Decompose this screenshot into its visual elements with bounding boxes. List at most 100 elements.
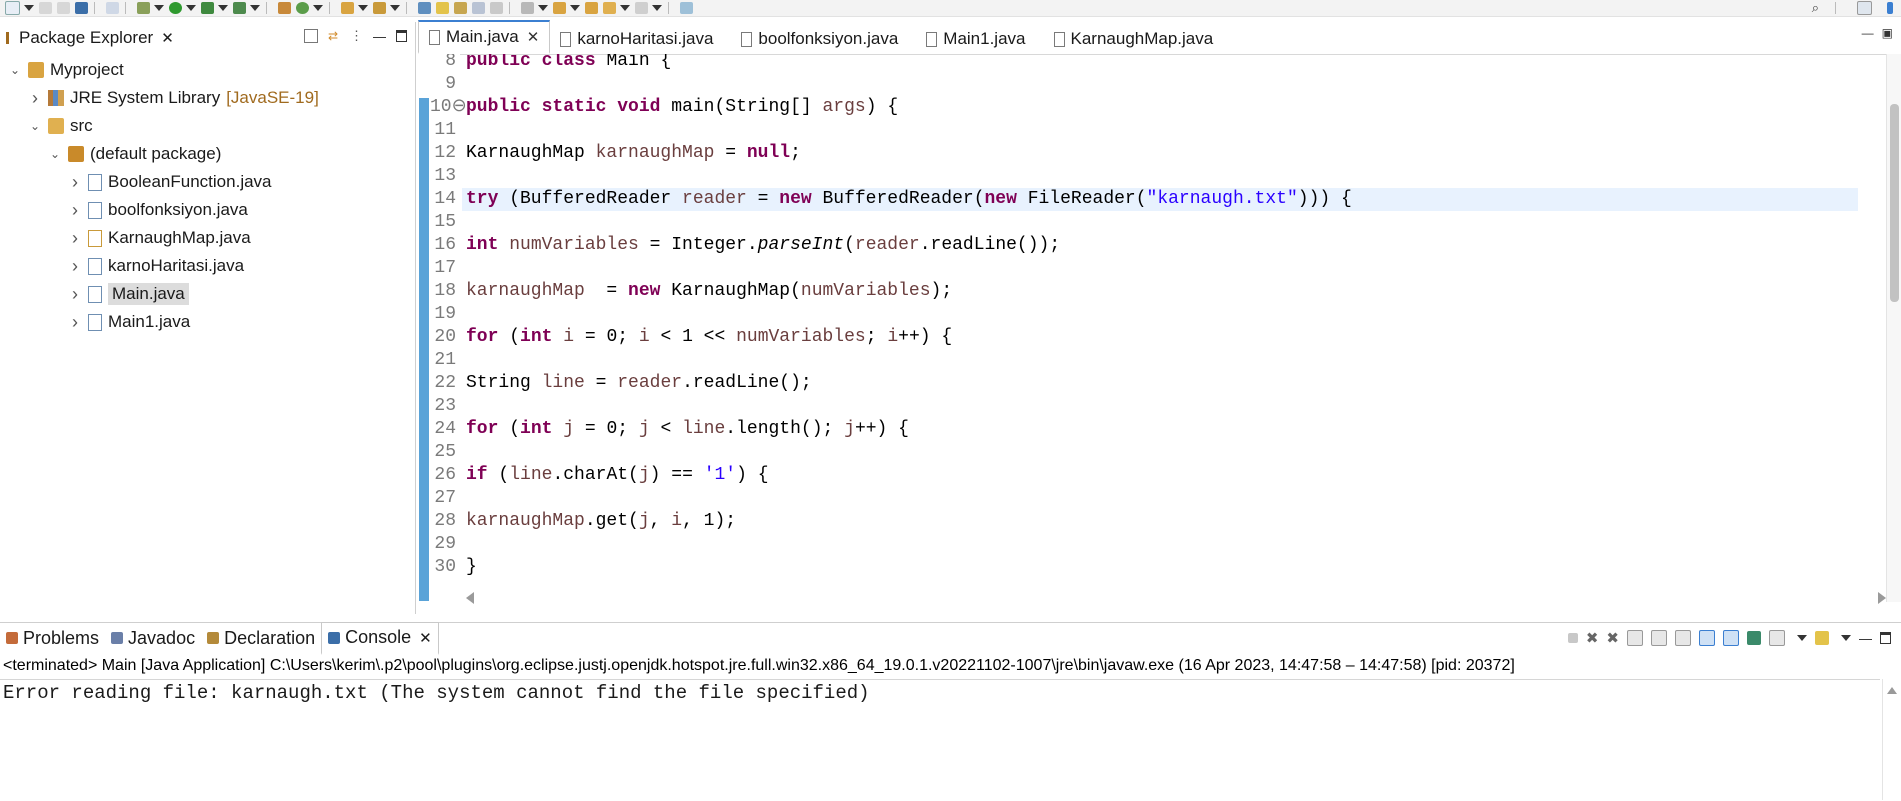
view-menu-icon[interactable]: ⋮ xyxy=(350,28,363,44)
pin-console-icon[interactable] xyxy=(1747,631,1761,645)
tab-package-explorer[interactable]: Package Explorer ✕ xyxy=(0,22,186,56)
close-icon[interactable]: ✕ xyxy=(161,29,174,47)
maximize-icon[interactable] xyxy=(1880,632,1891,644)
code-line[interactable]: 26 if (line.charAt(j) == '1') { xyxy=(418,464,1858,487)
display-selected-console-icon[interactable] xyxy=(1769,630,1785,646)
tab-console[interactable]: Console ✕ xyxy=(321,621,439,655)
code-line[interactable]: 20 for (int i = 0; i < 1 << numVariables;… xyxy=(418,326,1858,349)
scrollbar-thumb[interactable] xyxy=(1890,104,1899,302)
chevron-right-icon[interactable]: › xyxy=(68,256,82,276)
tree-item[interactable]: › boolfonksiyon.java xyxy=(0,196,415,224)
tree-item[interactable]: › Main.java xyxy=(0,280,415,308)
chevron-right-icon[interactable]: › xyxy=(68,200,82,220)
previous-annotation-dropdown-icon[interactable] xyxy=(570,5,580,11)
chevron-right-icon[interactable]: › xyxy=(68,312,82,332)
debug-icon[interactable] xyxy=(137,2,150,14)
chevron-right-icon[interactable]: › xyxy=(68,228,82,248)
minimize-icon[interactable]: — xyxy=(1862,26,1874,40)
run-icon[interactable] xyxy=(169,2,182,14)
back-icon[interactable] xyxy=(603,2,616,14)
code-line[interactable]: 16 int numVariables = Integer.parseInt(re… xyxy=(418,234,1858,257)
word-wrap-icon[interactable] xyxy=(1675,630,1691,646)
debug-dropdown-icon[interactable] xyxy=(154,5,164,11)
code-line[interactable]: 15 xyxy=(418,211,1858,234)
maximize-icon[interactable] xyxy=(396,30,407,42)
editor-tab[interactable]: Main1.java xyxy=(916,24,1035,54)
chevron-down-icon[interactable]: ⌄ xyxy=(48,147,62,161)
remove-all-terminated-icon[interactable]: ✖ xyxy=(1606,629,1619,647)
new-class-dropdown-icon[interactable] xyxy=(313,5,323,11)
new-java-package-icon[interactable] xyxy=(296,2,309,14)
chevron-down-icon[interactable]: ⌄ xyxy=(28,119,42,133)
tree-item[interactable]: › Main1.java xyxy=(0,308,415,336)
next-annotation-icon[interactable] xyxy=(521,2,534,14)
code-line[interactable]: 30} xyxy=(418,556,1858,579)
code-line[interactable]: 25 xyxy=(418,441,1858,464)
code-line[interactable]: 12 KarnaughMap karnaughMap = null; xyxy=(418,142,1858,165)
terminal-icon[interactable] xyxy=(75,2,88,14)
editor-horizontal-scrollbar[interactable] xyxy=(466,590,1886,606)
maximize-icon[interactable]: ▣ xyxy=(1882,26,1893,40)
terminate-icon[interactable] xyxy=(1567,633,1578,643)
scroll-lock-icon[interactable] xyxy=(1651,630,1667,646)
scroll-right-icon[interactable] xyxy=(1878,592,1886,604)
code-line[interactable]: 8 public class Main { xyxy=(418,54,1858,73)
previous-annotation-icon[interactable] xyxy=(553,2,566,14)
save-icon[interactable] xyxy=(39,2,52,14)
show-console-on-stdout-icon[interactable] xyxy=(1699,630,1715,646)
open-console-icon[interactable] xyxy=(1815,631,1829,645)
console-output[interactable]: Error reading file: karnaugh.txt (The sy… xyxy=(0,679,1880,801)
tree-item[interactable]: › karnoHaritasi.java xyxy=(0,252,415,280)
close-icon[interactable]: ✕ xyxy=(419,629,432,647)
remove-launch-icon[interactable]: ✖ xyxy=(1586,629,1599,647)
code-line[interactable]: 17 xyxy=(418,257,1858,280)
tab-problems[interactable]: Problems xyxy=(0,623,105,653)
editor-tab[interactable]: Main.java ✕ xyxy=(418,20,551,54)
show-console-on-stderr-icon[interactable] xyxy=(1723,630,1739,646)
external-tools-dropdown-icon[interactable] xyxy=(250,5,260,11)
run-dropdown-icon[interactable] xyxy=(186,5,196,11)
tab-javadoc[interactable]: Javadoc xyxy=(105,623,201,653)
tree-item[interactable]: ⌄ (default package) xyxy=(0,140,415,168)
new-java-project-icon[interactable] xyxy=(278,2,291,14)
toggle-mark-occurrences-icon[interactable] xyxy=(418,2,431,14)
clear-console-icon[interactable] xyxy=(1627,630,1643,646)
code-line[interactable]: 14 try (BufferedReader reader = new Buffe… xyxy=(434,188,1858,211)
search-dropdown-icon[interactable] xyxy=(390,5,400,11)
editor-tab[interactable]: boolfonksiyon.java xyxy=(731,24,908,54)
back-dropdown-icon[interactable] xyxy=(620,5,630,11)
tree-item[interactable]: › JRE System Library [JavaSE-19] xyxy=(0,84,415,112)
display-console-dropdown-icon[interactable] xyxy=(1797,635,1807,641)
next-annotation-dropdown-icon[interactable] xyxy=(538,5,548,11)
collapse-all-icon[interactable] xyxy=(304,29,318,43)
open-perspective-icon[interactable] xyxy=(1857,1,1872,15)
tree-item[interactable]: ⌄ src xyxy=(0,112,415,140)
editor-vertical-scrollbar[interactable] xyxy=(1886,54,1901,602)
search-icon[interactable]: ⌕ xyxy=(1812,0,1819,16)
skip-breakpoints-icon[interactable] xyxy=(106,2,119,14)
code-line[interactable]: 18 karnaughMap = new KarnaughMap(numVaria… xyxy=(418,280,1858,303)
code-line[interactable]: 21 xyxy=(418,349,1858,372)
code-line[interactable]: 29 xyxy=(418,533,1858,556)
open-type-icon[interactable] xyxy=(341,2,354,14)
code-line[interactable]: 9 xyxy=(418,73,1858,96)
java-perspective-icon[interactable] xyxy=(1887,2,1893,14)
code-line[interactable]: 23 xyxy=(418,395,1858,418)
word-wrap-icon[interactable] xyxy=(472,2,485,14)
external-tools-icon[interactable] xyxy=(233,2,246,14)
coverage-dropdown-icon[interactable] xyxy=(218,5,228,11)
forward-dropdown-icon[interactable] xyxy=(652,5,662,11)
close-icon[interactable]: ✕ xyxy=(527,28,540,46)
tree-item[interactable]: › KarnaughMap.java xyxy=(0,224,415,252)
editor-tab[interactable]: karnoHaritasi.java xyxy=(550,24,723,54)
new-dropdown-icon[interactable] xyxy=(24,5,34,11)
block-selection-icon[interactable] xyxy=(454,2,467,14)
code-line[interactable]: 19 xyxy=(418,303,1858,326)
code-line[interactable]: 13 xyxy=(418,165,1858,188)
code-line[interactable]: 10⊖ public static void main(String[] args… xyxy=(418,96,1858,119)
save-all-icon[interactable] xyxy=(57,2,70,14)
chevron-down-icon[interactable]: ⌄ xyxy=(8,63,22,77)
tree-item[interactable]: › BooleanFunction.java xyxy=(0,168,415,196)
console-vertical-scrollbar[interactable] xyxy=(1882,679,1901,800)
new-icon[interactable] xyxy=(5,1,20,15)
